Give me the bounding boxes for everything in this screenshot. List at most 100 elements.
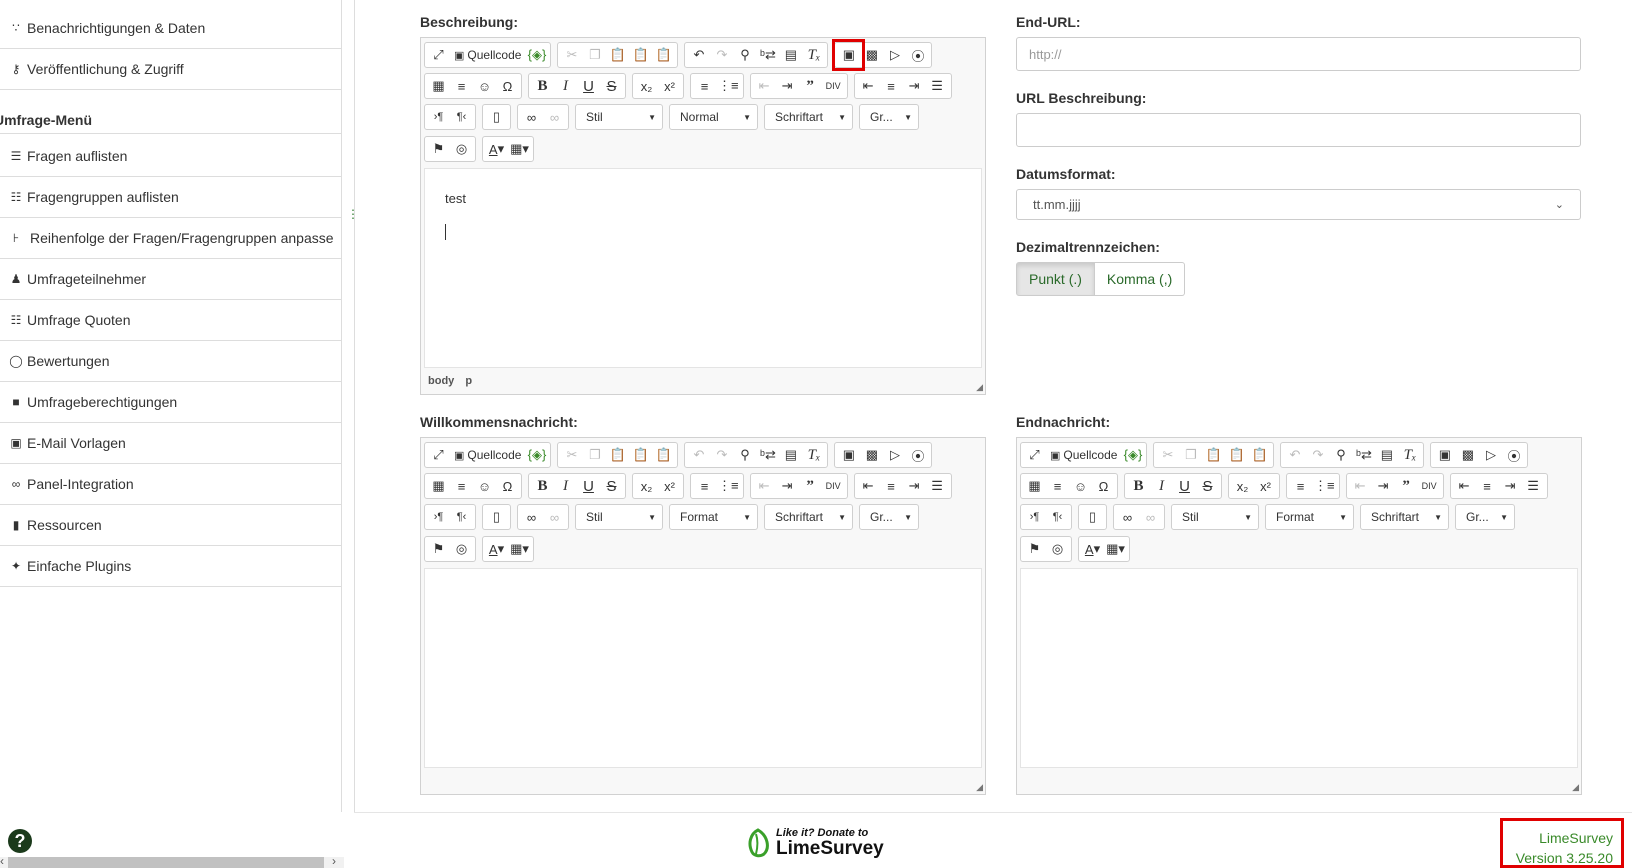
strikethrough-icon[interactable]: S (1196, 475, 1219, 497)
image-icon[interactable]: ▣ (1433, 444, 1456, 466)
horizontal-rule-icon[interactable]: ≡ (1046, 475, 1069, 497)
compass-icon[interactable]: ⦿ (906, 44, 929, 66)
align-center-icon[interactable]: ≡ (1476, 475, 1499, 497)
copy-icon[interactable]: ❐ (583, 44, 606, 66)
format-combo[interactable]: Format ▼ (1265, 504, 1354, 530)
sidebar-item-plugins[interactable]: ✦ Einfache Plugins (0, 546, 341, 587)
sidebar-resize-handle[interactable]: ⋮ (347, 207, 359, 221)
sidebar-item-email-templates[interactable]: ▣ E-Mail Vorlagen (0, 423, 341, 464)
smiley-icon[interactable]: ☺ (1069, 475, 1092, 497)
ltr-icon[interactable]: ›¶ (427, 106, 450, 128)
align-left-icon[interactable]: ⇤ (857, 475, 880, 497)
scrollbar-thumb[interactable] (8, 857, 324, 868)
horizontal-rule-icon[interactable]: ≡ (450, 475, 473, 497)
align-center-icon[interactable]: ≡ (880, 75, 903, 97)
strikethrough-icon[interactable]: S (600, 475, 623, 497)
style-combo[interactable]: Stil ▼ (1171, 504, 1259, 530)
align-justify-icon[interactable]: ☰ (926, 75, 949, 97)
version-info[interactable]: LimeSurvey Version 3.25.20 (1500, 818, 1624, 868)
text-color-icon[interactable]: A ▾ (1081, 538, 1104, 560)
indent-icon[interactable]: ⇥ (1372, 475, 1395, 497)
select-all-icon[interactable]: ▤ (779, 444, 802, 466)
play-icon[interactable]: ▷ (883, 444, 906, 466)
replace-icon[interactable]: ᵇ⇄ (756, 44, 779, 66)
superscript-icon[interactable]: x² (658, 75, 681, 97)
numbered-list-icon[interactable]: ≡ (693, 75, 716, 97)
horizontal-rule-icon[interactable]: ≡ (450, 75, 473, 97)
find-icon[interactable]: ⚲ (1329, 444, 1352, 466)
omega-icon[interactable]: Ω (496, 475, 519, 497)
scroll-left-icon[interactable]: ‹ (0, 854, 4, 868)
sidebar-horizontal-scrollbar[interactable]: ‹ › (0, 854, 344, 868)
table-icon[interactable]: ▦ (1023, 475, 1046, 497)
copy-icon[interactable]: ❐ (1179, 444, 1202, 466)
format-combo[interactable]: Normal ▼ (669, 104, 758, 130)
welcome-content[interactable] (424, 568, 982, 768)
sidebar-item-list-groups[interactable]: ☷ Fragengruppen auflisten (0, 177, 341, 218)
play-icon[interactable]: ▷ (883, 44, 906, 66)
globe-icon[interactable]: ◎ (450, 138, 473, 160)
paste-text-icon[interactable]: 📋 (629, 44, 652, 66)
compass-icon[interactable]: ⦿ (906, 444, 929, 466)
template-icon[interactable]: ▯ (485, 506, 508, 528)
align-center-icon[interactable]: ≡ (880, 475, 903, 497)
flag-icon[interactable]: ⚑ (1023, 538, 1046, 560)
link-icon[interactable]: ∞ (1116, 506, 1139, 528)
compass-icon[interactable]: ⦿ (1502, 444, 1525, 466)
font-combo[interactable]: Schriftart ▼ (764, 504, 853, 530)
size-combo[interactable]: Gr... ▼ (1455, 504, 1515, 530)
redo-icon[interactable]: ↷ (1306, 444, 1329, 466)
decimal-option-comma[interactable]: Komma (,) (1094, 262, 1186, 296)
rtl-icon[interactable]: ¶‹ (450, 106, 473, 128)
video-icon[interactable]: ▩ (1456, 444, 1479, 466)
div-icon[interactable]: DIV (822, 475, 845, 497)
sidebar-item-assessments[interactable]: ◯ Bewertungen (0, 341, 341, 382)
sidebar-item-resources[interactable]: ▮ Ressourcen (0, 505, 341, 546)
donate-banner[interactable]: Like it? Donate to LimeSurvey (744, 826, 884, 860)
play-icon[interactable]: ▷ (1479, 444, 1502, 466)
table-icon[interactable]: ▦ (427, 475, 450, 497)
end-url-input[interactable]: http:// (1016, 37, 1581, 71)
bulleted-list-icon[interactable]: ⋮≡ (716, 475, 741, 497)
bold-icon[interactable]: B (1127, 475, 1150, 497)
size-combo[interactable]: Gr... ▼ (859, 104, 919, 130)
align-right-icon[interactable]: ⇥ (903, 475, 926, 497)
text-color-icon[interactable]: A ▾ (485, 138, 508, 160)
expression-icon[interactable]: {◈} (1121, 444, 1144, 466)
scroll-right-icon[interactable]: › (332, 854, 336, 868)
subscript-icon[interactable]: x₂ (1231, 475, 1254, 497)
paste-icon[interactable]: 📋 (606, 44, 629, 66)
omega-icon[interactable]: Ω (496, 75, 519, 97)
underline-icon[interactable]: U (577, 475, 600, 497)
source-button[interactable]: ▣ Quellcode (450, 444, 525, 466)
cut-icon[interactable]: ✂ (560, 444, 583, 466)
select-all-icon[interactable]: ▤ (779, 44, 802, 66)
div-icon[interactable]: DIV (822, 75, 845, 97)
replace-icon[interactable]: ᵇ⇄ (1352, 444, 1375, 466)
sidebar-item-publication[interactable]: ⚷ Veröffentlichung & Zugriff (0, 49, 341, 90)
decimal-option-point[interactable]: Punkt (.) (1016, 262, 1095, 296)
smiley-icon[interactable]: ☺ (473, 75, 496, 97)
sidebar-item-reorder[interactable]: ⊦ Reihenfolge der Fragen/Fragengruppen a… (0, 218, 341, 259)
maximize-icon[interactable]: ⤢ (427, 444, 450, 466)
remove-format-icon[interactable]: Tₓ (1398, 444, 1421, 466)
style-combo[interactable]: Stil ▼ (575, 504, 663, 530)
bold-icon[interactable]: B (531, 75, 554, 97)
sidebar-item-list-questions[interactable]: ☰ Fragen auflisten (0, 136, 341, 177)
replace-icon[interactable]: ᵇ⇄ (756, 444, 779, 466)
remove-format-icon[interactable]: Tₓ (802, 44, 825, 66)
style-combo[interactable]: Stil ▼ (575, 104, 663, 130)
align-justify-icon[interactable]: ☰ (1522, 475, 1545, 497)
resize-handle-icon[interactable]: ◢ (976, 782, 983, 793)
flag-icon[interactable]: ⚑ (427, 538, 450, 560)
image-icon[interactable]: ▣ (832, 39, 866, 71)
globe-icon[interactable]: ◎ (450, 538, 473, 560)
paste-text-icon[interactable]: 📋 (1225, 444, 1248, 466)
cut-icon[interactable]: ✂ (560, 44, 583, 66)
copy-icon[interactable]: ❐ (583, 444, 606, 466)
paste-icon[interactable]: 📋 (1202, 444, 1225, 466)
blockquote-icon[interactable]: ” (1395, 475, 1418, 497)
source-button[interactable]: ▣ Quellcode (1046, 444, 1121, 466)
url-description-input[interactable] (1016, 113, 1581, 147)
sidebar-item-notifications[interactable]: ∵ Benachrichtigungen & Daten (0, 8, 341, 49)
